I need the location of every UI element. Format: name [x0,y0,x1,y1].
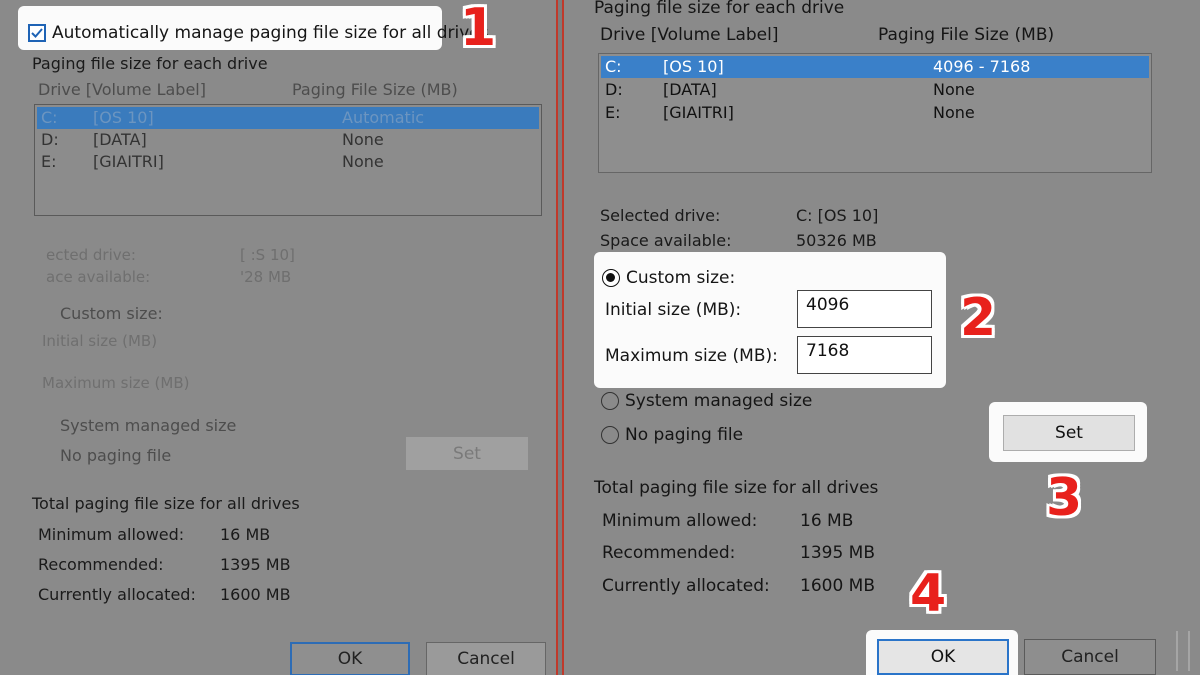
auto-manage-checkbox[interactable] [28,24,46,42]
section-title: Paging file size for each drive [32,54,268,73]
drive-size: None [933,80,975,99]
drive-label: [DATA] [663,80,717,99]
space-available-value: '28 MB [240,268,292,286]
cancel-button[interactable]: Cancel [1024,639,1156,675]
system-managed-label: System managed size [625,391,813,411]
drive-size: None [342,130,384,149]
drive-size: 4096 - 7168 [933,57,1031,76]
auto-manage-label: Automatically manage paging file size fo… [52,23,489,43]
step-number-4: 4 [910,564,947,624]
drive-size: None [933,103,975,122]
drive-letter: C: [41,108,58,127]
set-button[interactable]: Set [406,437,528,470]
checkmark-icon [31,28,43,38]
min-allowed-label: Minimum allowed: [602,511,758,531]
maximum-size-label: Maximum size (MB): [605,346,778,366]
min-allowed-value: 16 MB [800,511,854,531]
drive-size: Automatic [342,108,425,127]
space-available-value: 50326 MB [796,231,877,250]
no-paging-label: No paging file [625,425,744,445]
custom-size-label: Custom size: [626,268,736,288]
col-header-size: Paging File Size (MB) [878,25,1055,45]
min-allowed-label: Minimum allowed: [38,525,185,544]
step-number-3: 3 [1046,468,1083,528]
space-available-label: ace available: [46,268,151,286]
initial-size-label: Initial size (MB) [42,332,158,350]
custom-size-label: Custom size: [60,304,163,323]
drive-size: None [342,152,384,171]
drive-label: [OS 10] [93,108,154,127]
no-paging-radio[interactable] [601,426,619,444]
resize-grip[interactable] [1176,631,1190,671]
drive-label: [GIAITRI] [93,152,164,171]
selected-drive-value: [ :S 10] [240,246,295,264]
left-panel: Automatically manage paging file size fo… [0,0,558,675]
system-managed-radio[interactable] [601,392,619,410]
total-title: Total paging file size for all drives [32,494,300,513]
drive-label: [GIAITRI] [663,103,734,122]
initial-size-label: Initial size (MB): [605,300,742,320]
drive-letter: C: [605,57,622,76]
total-title: Total paging file size for all drives [594,478,879,498]
recommended-value: 1395 MB [220,555,291,574]
currently-allocated-label: Currently allocated: [602,576,770,596]
initial-size-input[interactable]: 4096 [797,290,932,328]
drive-letter: E: [605,103,621,122]
col-header-drive: Drive [Volume Label] [38,80,206,99]
maximum-size-input[interactable]: 7168 [797,336,932,374]
step-number-2: 2 [960,288,997,348]
drive-row-d[interactable]: D: [DATA] None [601,79,1149,101]
drive-letter: D: [41,130,59,149]
section-title: Paging file size for each drive [594,0,845,18]
selected-drive-value: C: [OS 10] [796,206,879,225]
drive-list[interactable]: C: [OS 10] 4096 - 7168 D: [DATA] None E:… [598,53,1152,173]
selected-drive-label: ected drive: [46,246,136,264]
col-header-size: Paging File Size (MB) [292,80,458,99]
drive-row-c[interactable]: C: [OS 10] Automatic [37,107,539,129]
drive-list[interactable]: C: [OS 10] Automatic D: [DATA] None E: [… [34,104,542,216]
col-header-drive: Drive [Volume Label] [600,25,779,45]
maximum-size-label: Maximum size (MB) [42,374,190,392]
drive-row-e[interactable]: E: [GIAITRI] None [37,151,539,173]
set-button[interactable]: Set [1003,415,1135,451]
drive-label: [OS 10] [663,57,724,76]
cancel-button[interactable]: Cancel [426,642,546,675]
drive-row-d[interactable]: D: [DATA] None [37,129,539,151]
min-allowed-value: 16 MB [220,525,271,544]
currently-allocated-value: 1600 MB [800,576,875,596]
space-available-label: Space available: [600,231,732,250]
ok-button[interactable]: OK [290,642,410,675]
recommended-label: Recommended: [38,555,164,574]
currently-allocated-value: 1600 MB [220,585,291,604]
drive-row-c[interactable]: C: [OS 10] 4096 - 7168 [601,56,1149,78]
currently-allocated-label: Currently allocated: [38,585,196,604]
ok-button[interactable]: OK [877,639,1009,675]
system-managed-label: System managed size [60,416,237,435]
drive-letter: E: [41,152,57,171]
right-panel: Paging file size for each drive Drive [V… [562,0,1200,675]
selected-drive-label: Selected drive: [600,206,721,225]
drive-letter: D: [605,80,623,99]
recommended-label: Recommended: [602,543,736,563]
drive-label: [DATA] [93,130,147,149]
recommended-value: 1395 MB [800,543,875,563]
no-paging-label: No paging file [60,446,172,465]
drive-row-e[interactable]: E: [GIAITRI] None [601,102,1149,124]
step-number-1: 1 [460,0,497,58]
custom-size-radio[interactable] [602,269,620,287]
